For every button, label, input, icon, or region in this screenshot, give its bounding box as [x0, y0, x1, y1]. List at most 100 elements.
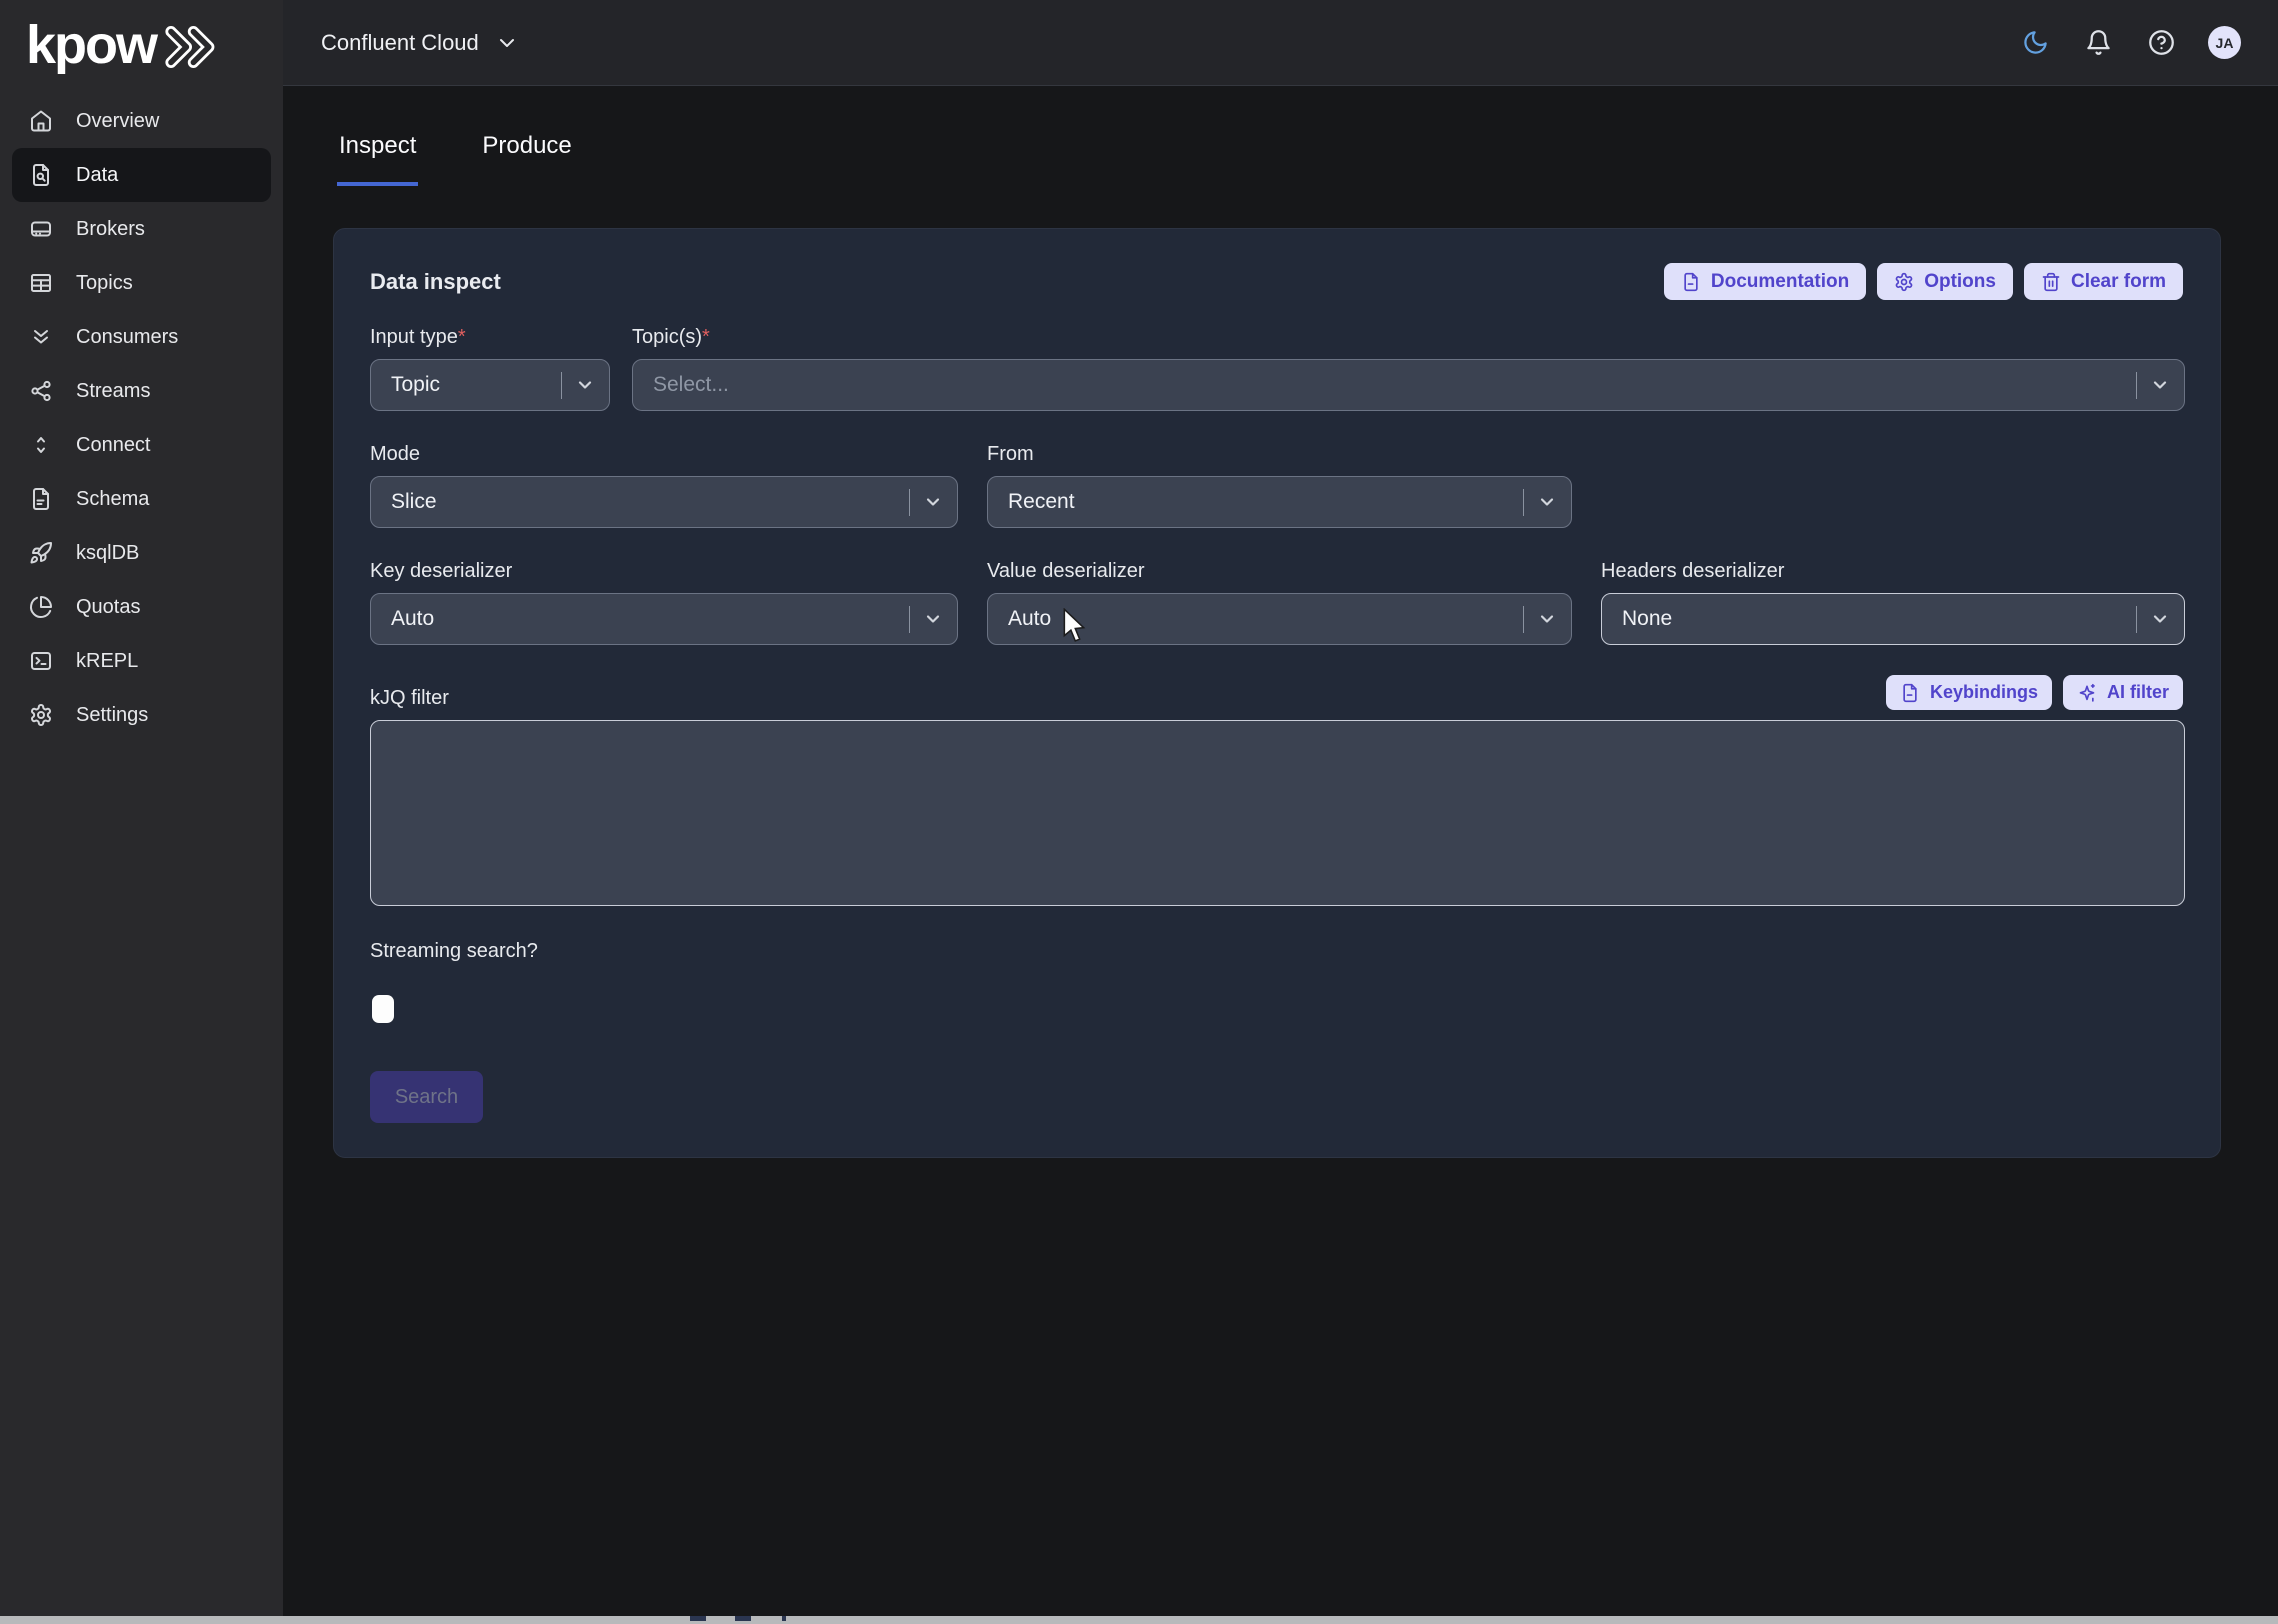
share-icon — [29, 379, 53, 403]
documentation-button[interactable]: Documentation — [1664, 263, 1866, 300]
moon-icon — [2022, 29, 2049, 56]
sidebar-item-label: kREPL — [76, 650, 138, 673]
select-divider — [909, 489, 910, 516]
keybindings-button[interactable]: Keybindings — [1886, 675, 2052, 710]
tab-produce[interactable]: Produce — [480, 132, 573, 186]
form-row-input-topics: Input type* Topic Topic(s)* Select... — [370, 300, 2183, 411]
hard-drive-icon — [29, 217, 53, 241]
chevron-down-icon — [575, 375, 595, 395]
file-text-icon — [29, 487, 53, 511]
topics-label: Topic(s)* — [632, 326, 2185, 349]
search-button[interactable]: Search — [370, 1071, 483, 1123]
sidebar-item-krepl[interactable]: kREPL — [12, 634, 271, 688]
kjq-filter-header: kJQ filter Keybindings AI filter — [370, 675, 2183, 710]
card-header-buttons: Documentation Options Clear form — [1664, 263, 2183, 300]
cluster-selector[interactable]: Confluent Cloud — [321, 30, 519, 56]
chevron-down-icon — [923, 492, 943, 512]
cluster-selector-label: Confluent Cloud — [321, 30, 479, 56]
field-headers-deserializer: Headers deserializer None — [1601, 528, 2185, 645]
field-topics: Topic(s)* Select... — [632, 300, 2185, 411]
page-title: Data inspect — [370, 269, 501, 295]
trash-icon — [2041, 272, 2061, 292]
sidebar-item-settings[interactable]: Settings — [12, 688, 271, 742]
headers-deserializer-label: Headers deserializer — [1601, 560, 2185, 583]
notifications-button[interactable] — [2082, 27, 2114, 59]
sidebar-item-label: Schema — [76, 488, 149, 511]
strip-mark — [690, 1616, 706, 1621]
required-marker: * — [702, 326, 710, 348]
ai-filter-button[interactable]: AI filter — [2063, 675, 2183, 710]
sparkles-icon — [2077, 683, 2097, 703]
kpow-logo-chevrons-icon — [164, 24, 220, 70]
dark-mode-toggle[interactable] — [2019, 27, 2051, 59]
field-input-type: Input type* Topic — [370, 300, 610, 411]
value-deserializer-select[interactable]: Auto — [987, 593, 1572, 645]
sidebar-item-data[interactable]: Data — [12, 148, 271, 202]
tab-inspect[interactable]: Inspect — [337, 132, 418, 186]
sidebar-item-label: Data — [76, 164, 118, 187]
rocket-icon — [29, 541, 53, 565]
data-inspect-card: Data inspect Documentation Options Clear… — [333, 228, 2221, 1158]
sidebar-item-label: ksqlDB — [76, 542, 139, 565]
headers-deserializer-select[interactable]: None — [1601, 593, 2185, 645]
select-divider — [2136, 372, 2137, 399]
kjq-filter-textarea[interactable] — [370, 720, 2185, 906]
input-type-select[interactable]: Topic — [370, 359, 610, 411]
strip-mark — [735, 1616, 751, 1621]
kjq-filter-label: kJQ filter — [370, 687, 449, 710]
app-root: kpow Overview Data — [0, 0, 2278, 1624]
sidebar-item-topics[interactable]: Topics — [12, 256, 271, 310]
chevron-down-icon — [1537, 492, 1557, 512]
key-deserializer-select[interactable]: Auto — [370, 593, 958, 645]
home-icon — [29, 109, 53, 133]
select-divider — [1523, 489, 1524, 516]
sidebar-item-connect[interactable]: Connect — [12, 418, 271, 472]
sidebar-item-label: Brokers — [76, 218, 145, 241]
chevrons-down-icon — [29, 325, 53, 349]
sidebar-item-consumers[interactable]: Consumers — [12, 310, 271, 364]
avatar[interactable]: JA — [2208, 26, 2241, 59]
from-label: From — [987, 443, 1572, 466]
sidebar-item-ksqldb[interactable]: ksqlDB — [12, 526, 271, 580]
chevron-down-icon — [2150, 375, 2170, 395]
sidebar-nav: Overview Data Brokers Topics — [0, 94, 283, 742]
select-divider — [2136, 606, 2137, 633]
help-circle-icon — [2148, 29, 2175, 56]
sidebar-item-label: Overview — [76, 110, 159, 133]
clear-form-button[interactable]: Clear form — [2024, 263, 2183, 300]
kjq-filter-buttons: Keybindings AI filter — [1886, 675, 2183, 710]
sidebar-item-schema[interactable]: Schema — [12, 472, 271, 526]
field-from: From Recent — [987, 411, 1572, 528]
card-header: Data inspect Documentation Options Clear… — [370, 263, 2183, 300]
sidebar-item-overview[interactable]: Overview — [12, 94, 271, 148]
sidebar-item-label: Streams — [76, 380, 150, 403]
help-button[interactable] — [2145, 27, 2177, 59]
chevrons-up-down-icon — [29, 433, 53, 457]
chevron-down-icon — [923, 609, 943, 629]
options-button[interactable]: Options — [1877, 263, 2013, 300]
mode-select[interactable]: Slice — [370, 476, 958, 528]
streaming-search-checkbox[interactable] — [372, 995, 394, 1023]
table-icon — [29, 271, 53, 295]
pie-chart-icon — [29, 595, 53, 619]
strip-mark — [782, 1616, 786, 1621]
input-type-label: Input type* — [370, 326, 610, 349]
from-select[interactable]: Recent — [987, 476, 1572, 528]
sidebar-item-quotas[interactable]: Quotas — [12, 580, 271, 634]
sidebar-item-streams[interactable]: Streams — [12, 364, 271, 418]
field-key-deserializer: Key deserializer Auto — [370, 528, 958, 645]
select-divider — [1523, 606, 1524, 633]
sidebar-item-label: Connect — [76, 434, 151, 457]
gear-icon — [1894, 272, 1914, 292]
topbar-actions: JA — [2019, 26, 2241, 59]
file-search-icon — [29, 163, 53, 187]
kpow-logo-text: kpow — [26, 21, 156, 70]
value-deserializer-label: Value deserializer — [987, 560, 1572, 583]
document-icon — [1681, 272, 1701, 292]
topics-select[interactable]: Select... — [632, 359, 2185, 411]
sidebar-item-label: Quotas — [76, 596, 140, 619]
field-mode: Mode Slice — [370, 411, 958, 528]
select-divider — [561, 372, 562, 399]
sidebar-item-brokers[interactable]: Brokers — [12, 202, 271, 256]
chevron-down-icon — [495, 31, 519, 55]
